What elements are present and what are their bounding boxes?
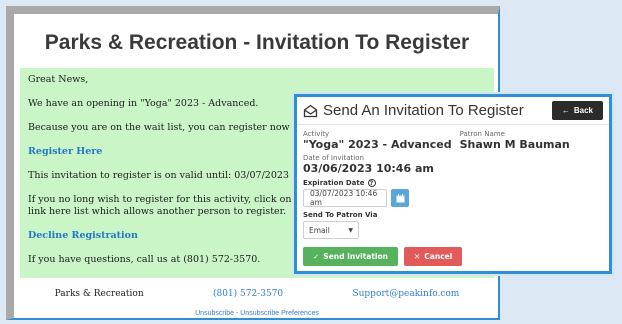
dialog-actions: ✓ Send Invitation ✕ Cancel	[303, 247, 603, 266]
calendar-icon	[396, 193, 404, 202]
email-title: Parks & Recreation - Invitation To Regis…	[44, 31, 470, 54]
activity-patron-row: Activity "Yoga" 2023 - Advanced Patron N…	[303, 130, 603, 151]
cancel-button[interactable]: ✕ Cancel	[404, 247, 463, 266]
back-button-label: Back	[573, 106, 593, 115]
dialog-header: Send An Invitation To Register ← Back	[297, 97, 609, 125]
envelope-open-icon	[303, 103, 319, 119]
send-invitation-button[interactable]: ✓ Send Invitation	[303, 247, 398, 266]
footer-phone[interactable]: (801) 572-3570	[213, 289, 283, 299]
dialog-title: Send An Invitation To Register	[323, 102, 524, 119]
send-via-label: Send To Patron Via	[303, 211, 378, 219]
back-button[interactable]: ← Back	[551, 101, 603, 120]
calendar-button[interactable]	[391, 189, 409, 207]
email-no-longer-text: If you no long wish to register for this…	[28, 194, 311, 217]
dialog-body: Activity "Yoga" 2023 - Advanced Patron N…	[297, 125, 609, 271]
patron-value: Shawn M Bauman	[459, 138, 570, 151]
email-footer: Parks & Recreation (801) 572-3570 Suppor…	[20, 278, 494, 310]
patron-block: Patron Name Shawn M Bauman	[460, 130, 570, 151]
send-via-select[interactable]: Email ▼	[303, 221, 359, 239]
footer-email[interactable]: Support@peakinfo.com	[352, 289, 459, 299]
activity-block: Activity "Yoga" 2023 - Advanced	[303, 130, 452, 151]
caret-down-icon: ▼	[348, 226, 353, 234]
activity-value: "Yoga" 2023 - Advanced	[303, 138, 452, 151]
footer-org: Parks & Recreation	[54, 289, 144, 299]
cancel-button-label: Cancel	[424, 252, 453, 261]
activity-label: Activity	[303, 130, 330, 138]
send-via-value: Email	[309, 225, 330, 235]
send-invitation-dialog: Send An Invitation To Register ← Back Ac…	[294, 94, 612, 274]
unsubscribe-link[interactable]: Unsubscribe - Unsubscribe Preferences	[20, 310, 494, 317]
email-greeting: Great News,	[28, 74, 89, 85]
expiration-date-group: 03/07/2023 10:46 am	[303, 189, 603, 207]
arrow-left-icon: ←	[561, 106, 570, 115]
date-of-invitation-label: Date of Invitation	[303, 154, 364, 162]
expiration-date-label: Expiration Date ?	[303, 179, 603, 187]
send-invitation-label: Send Invitation	[323, 252, 388, 261]
check-icon: ✓	[313, 252, 320, 261]
date-of-invitation-value: 03/06/2023 10:46 am	[303, 162, 434, 175]
close-icon: ✕	[414, 252, 421, 261]
patron-label: Patron Name	[459, 130, 505, 138]
expiration-date-label-text: Expiration Date	[303, 179, 365, 187]
expiration-date-input[interactable]: 03/07/2023 10:46 am	[303, 189, 387, 207]
help-icon[interactable]: ?	[367, 179, 376, 187]
